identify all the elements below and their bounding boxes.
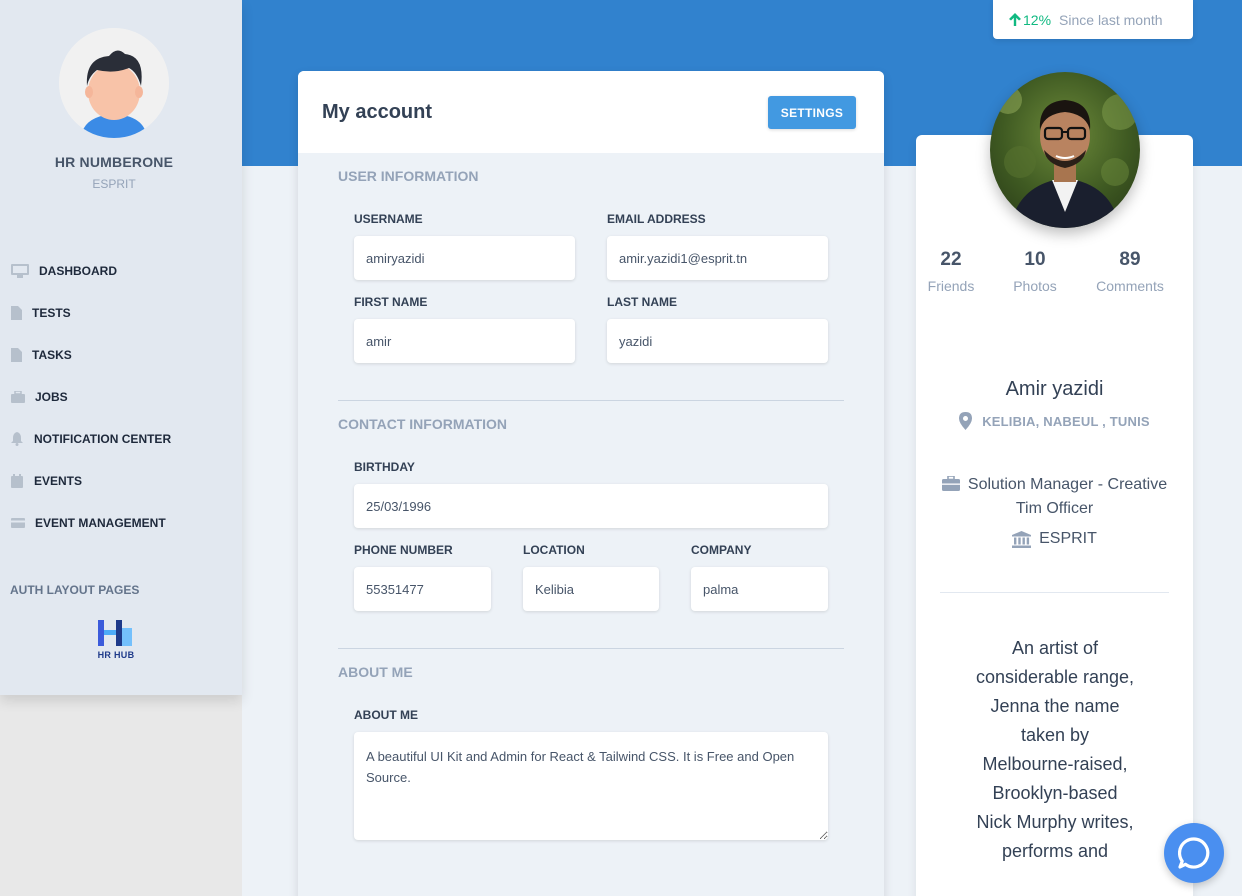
sidebar-item-jobs[interactable]: JOBS — [10, 387, 68, 407]
email-label: EMAIL ADDRESS — [607, 212, 706, 226]
file-icon — [10, 348, 22, 362]
username-label: USERNAME — [354, 212, 423, 226]
friends-count: 22 — [940, 249, 962, 270]
about-me-label: ABOUT ME — [354, 708, 418, 722]
about-me-title: ABOUT ME — [338, 664, 413, 680]
profile-location-text: KELIBIA, NABEUL , TUNIS — [982, 413, 1150, 429]
account-card: My account SETTINGS USER INFORMATION USE… — [298, 71, 884, 896]
profile-name: Amir yazidi — [1005, 378, 1104, 400]
stat-since: Since last month — [1059, 11, 1163, 28]
chat-bubble-icon — [1178, 837, 1210, 869]
chat-button[interactable] — [1164, 823, 1224, 883]
sidebar-item-label: NOTIFICATION CENTER — [34, 432, 172, 446]
sidebar-item-events[interactable]: EVENTS — [10, 471, 82, 491]
logo-icon — [98, 620, 132, 646]
sidebar-user-name: HR NUMBERONE — [54, 154, 174, 170]
stat-card: 12% Since last month — [993, 0, 1193, 39]
company-label: COMPANY — [691, 543, 752, 557]
sidebar: HR NUMBERONE ESPRIT DASHBOARD TESTS TASK… — [0, 0, 242, 695]
location-input[interactable] — [523, 567, 659, 611]
sidebar-item-label: JOBS — [35, 390, 68, 404]
phone-input[interactable] — [354, 567, 491, 611]
sidebar-section-title: AUTH LAYOUT PAGES — [10, 583, 140, 597]
section-divider — [338, 648, 844, 649]
file-icon — [10, 306, 22, 320]
profile-photo-image — [990, 72, 1140, 228]
stat-percent: 12% — [1023, 11, 1052, 28]
account-card-header: My account SETTINGS — [298, 71, 884, 153]
comments-label: Comments — [1096, 278, 1164, 294]
sidebar-item-dashboard[interactable]: DASHBOARD — [10, 261, 117, 281]
arrow-up-icon — [1009, 12, 1021, 28]
first-name-input[interactable] — [354, 319, 575, 363]
profile-org: ESPRIT — [916, 530, 1193, 548]
profile-job: Solution Manager - Creative Tim Officer — [932, 473, 1177, 521]
last-name-label: LAST NAME — [607, 295, 677, 309]
briefcase-icon — [941, 475, 960, 491]
sidebar-item-event-management[interactable]: EVENT MANAGEMENT — [10, 513, 166, 533]
monitor-icon — [10, 264, 29, 278]
location-label: LOCATION — [523, 543, 585, 557]
about-me-textarea[interactable]: A beautiful UI Kit and Admin for React &… — [354, 732, 828, 840]
birthday-label: BIRTHDAY — [354, 460, 415, 474]
photos-count: 10 — [1024, 249, 1046, 270]
section-divider — [338, 400, 844, 401]
avatar-illustration — [59, 28, 169, 138]
birthday-input[interactable] — [354, 484, 828, 528]
friends-label: Friends — [927, 278, 975, 294]
briefcase-icon — [10, 390, 25, 404]
photos-label: Photos — [1013, 278, 1057, 294]
first-name-label: FIRST NAME — [354, 295, 428, 309]
sidebar-item-label: EVENTS — [34, 474, 83, 488]
bell-icon — [10, 432, 23, 446]
map-marker-icon — [959, 412, 973, 430]
brand-logo[interactable]: HR HUB — [94, 618, 138, 664]
sidebar-item-label: TESTS — [32, 306, 71, 320]
settings-button[interactable]: SETTINGS — [768, 96, 856, 129]
sidebar-user-org: ESPRIT — [92, 177, 136, 191]
email-input[interactable] — [607, 236, 828, 280]
profile-location: KELIBIA, NABEUL , TUNIS — [916, 412, 1193, 430]
profile-bio: An artist of considerable range, Jenna t… — [975, 638, 1135, 861]
profile-org-text: ESPRIT — [1039, 530, 1097, 547]
calendar-icon — [10, 474, 23, 488]
brand-text: HR HUB — [97, 650, 135, 660]
avatar[interactable] — [59, 28, 169, 138]
last-name-input[interactable] — [607, 319, 828, 363]
profile-job-text: Solution Manager - Creative Tim Officer — [967, 476, 1168, 517]
card-icon — [10, 516, 25, 530]
sidebar-item-notification-center[interactable]: NOTIFICATION CENTER — [10, 429, 171, 449]
university-icon — [1012, 530, 1032, 548]
profile-divider — [940, 592, 1169, 593]
comments-count: 89 — [1119, 249, 1141, 270]
sidebar-item-label: DASHBOARD — [39, 264, 117, 278]
user-information-title: USER INFORMATION — [338, 168, 479, 184]
sidebar-item-label: TASKS — [32, 348, 72, 362]
account-title: My account — [322, 101, 433, 123]
profile-photo[interactable] — [990, 72, 1140, 228]
contact-information-title: CONTACT INFORMATION — [338, 416, 508, 432]
company-input[interactable] — [691, 567, 828, 611]
sidebar-item-tasks[interactable]: TASKS — [10, 345, 72, 365]
username-input[interactable] — [354, 236, 575, 280]
sidebar-item-tests[interactable]: TESTS — [10, 303, 71, 323]
phone-label: PHONE NUMBER — [354, 543, 453, 557]
sidebar-item-label: EVENT MANAGEMENT — [35, 516, 166, 530]
